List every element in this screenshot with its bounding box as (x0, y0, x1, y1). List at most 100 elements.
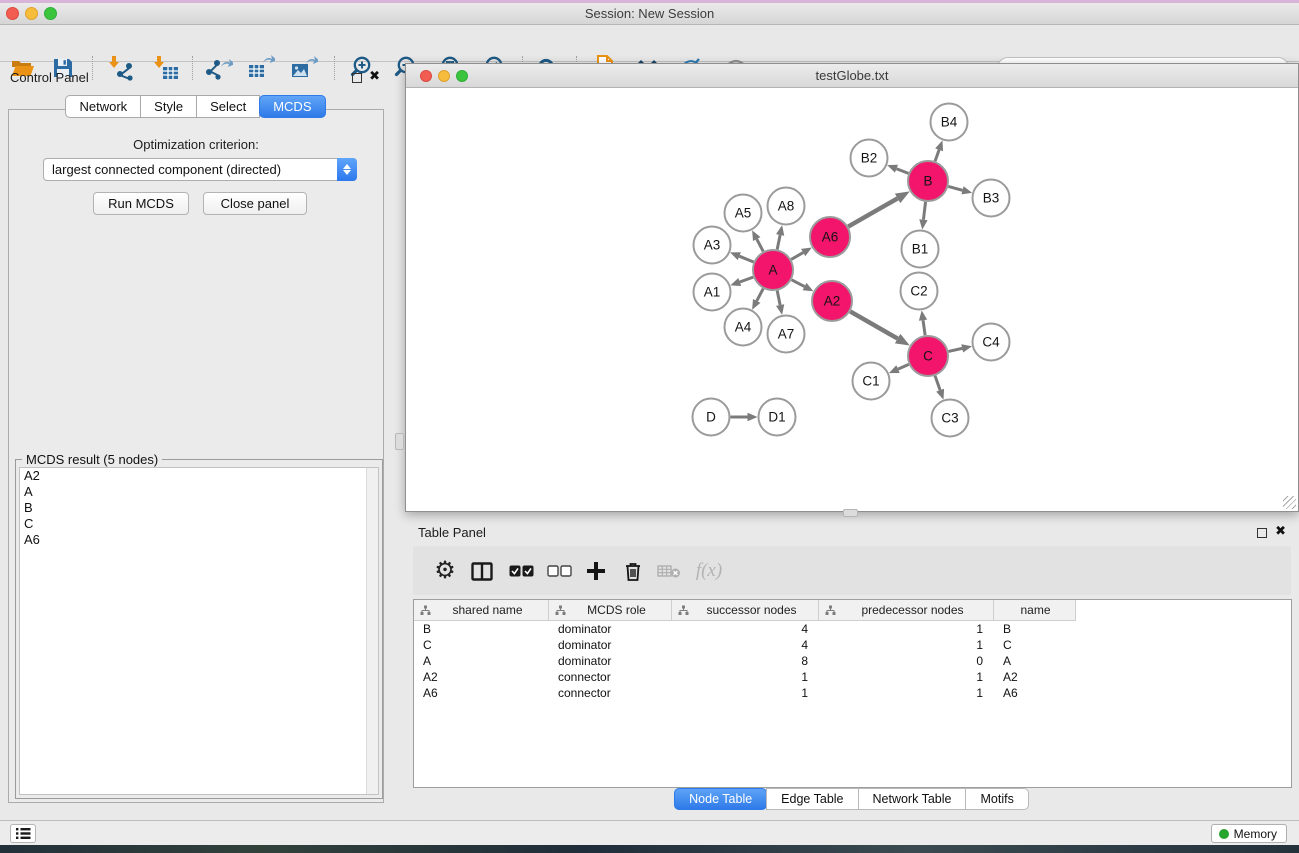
graph-edge-C-C2[interactable] (923, 320, 925, 335)
tab-network-table[interactable]: Network Table (858, 788, 967, 810)
columns-icon (471, 562, 493, 581)
network-canvas[interactable]: B4B2BB3A8A5A6A3B1AA1C2A2A4A7C4CC1C3DD1 (407, 89, 1299, 511)
memory-button[interactable]: Memory (1211, 824, 1287, 843)
result-item[interactable]: C (20, 516, 378, 532)
window-resize-grip[interactable] (1283, 496, 1296, 509)
graph-edge-B-B4[interactable] (935, 150, 939, 161)
table-cell[interactable]: 1 (819, 686, 994, 702)
window-titlebar: Session: New Session (0, 3, 1299, 25)
table-cell[interactable]: A (414, 654, 549, 670)
result-item[interactable]: B (20, 500, 378, 516)
table-settings-button[interactable]: ⚙ (431, 557, 459, 585)
table-cell[interactable]: connector (549, 686, 672, 702)
float-panel-icon[interactable] (352, 73, 362, 83)
table-row[interactable]: A2connector11A2 (414, 670, 1291, 686)
column-header-successor-nodes[interactable]: successor nodes (672, 600, 819, 621)
table-cell[interactable]: 1 (672, 686, 819, 702)
control-panel-title: Control Panel (10, 70, 89, 85)
graph-edge-A2-C[interactable] (850, 311, 897, 338)
table-cell[interactable]: dominator (549, 638, 672, 654)
window-title: Session: New Session (0, 6, 1299, 21)
deselect-all-button[interactable] (545, 557, 573, 585)
tab-network[interactable]: Network (65, 95, 141, 118)
edge-arrowhead-icon (748, 413, 758, 421)
table-cell[interactable]: 1 (672, 670, 819, 686)
table-cell[interactable]: connector (549, 670, 672, 686)
graph-edge-A6-B[interactable] (848, 198, 897, 226)
graph-edge-C-C4[interactable] (948, 348, 962, 351)
horizontal-splitter-grip[interactable] (843, 509, 858, 517)
table-cell[interactable]: C (414, 638, 549, 654)
table-cell[interactable]: dominator (549, 622, 672, 638)
checked-boxes-icon (509, 565, 534, 577)
column-header-predecessor-nodes[interactable]: predecessor nodes (819, 600, 994, 621)
function-builder-button[interactable]: f(x) (692, 557, 726, 585)
graph-edge-A-A5[interactable] (757, 239, 763, 251)
column-header-mcds-role[interactable]: MCDS role (549, 600, 672, 621)
result-item[interactable]: A2 (20, 468, 378, 484)
graph-edge-C-C3[interactable] (935, 376, 940, 390)
table-cell[interactable]: 1 (819, 622, 994, 638)
table-cell[interactable]: B (994, 622, 1076, 638)
show-columns-button[interactable] (468, 557, 496, 585)
float-table-panel-icon[interactable] (1257, 528, 1267, 538)
table-row[interactable]: Adominator80A (414, 654, 1291, 670)
column-header-name[interactable]: name (994, 600, 1076, 621)
select-all-button[interactable] (507, 557, 535, 585)
table-cell[interactable]: 1 (819, 638, 994, 654)
graph-edge-C-C1[interactable] (898, 364, 909, 369)
table-row[interactable]: A6connector11A6 (414, 686, 1291, 702)
network-window-titlebar[interactable]: testGlobe.txt (406, 64, 1298, 88)
table-cell[interactable]: B (414, 622, 549, 638)
result-list-scrollbar[interactable] (366, 468, 378, 794)
run-mcds-button[interactable]: Run MCDS (93, 192, 189, 215)
graph-edge-A-A1[interactable] (740, 277, 753, 282)
tab-style[interactable]: Style (140, 95, 197, 118)
column-type-icon (555, 605, 566, 616)
table-cell[interactable]: 1 (819, 670, 994, 686)
graph-edge-B-B2[interactable] (896, 169, 908, 174)
edge-arrowhead-icon (730, 278, 741, 286)
table-row[interactable]: Bdominator41B (414, 622, 1291, 638)
table-cell[interactable]: 8 (672, 654, 819, 670)
vertical-splitter-grip[interactable] (395, 433, 404, 450)
graph-node-label: B (923, 174, 932, 189)
graph-edge-A-A6[interactable] (791, 253, 803, 260)
tab-node-table[interactable]: Node Table (674, 788, 767, 810)
tab-motifs[interactable]: Motifs (965, 788, 1028, 810)
table-cell[interactable]: 4 (672, 638, 819, 654)
table-cell[interactable]: 4 (672, 622, 819, 638)
task-history-button[interactable] (10, 824, 36, 843)
table-cell[interactable]: A6 (414, 686, 549, 702)
tab-mcds[interactable]: MCDS (259, 95, 325, 118)
table-cell[interactable]: dominator (549, 654, 672, 670)
dropdown-stepper-icon (337, 158, 357, 181)
result-item[interactable]: A (20, 484, 378, 500)
result-item[interactable]: A6 (20, 532, 378, 548)
table-row[interactable]: Cdominator41C (414, 638, 1291, 654)
graph-edge-A-A4[interactable] (757, 289, 763, 301)
graph-edge-A-A7[interactable] (777, 291, 780, 306)
graph-edge-A-A2[interactable] (792, 280, 805, 287)
table-cell[interactable]: 0 (819, 654, 994, 670)
tab-select[interactable]: Select (196, 95, 260, 118)
table-cell[interactable]: A2 (414, 670, 549, 686)
table-cell[interactable]: A2 (994, 670, 1076, 686)
close-panel-icon[interactable]: ✖ (369, 68, 380, 84)
mcds-result-list[interactable]: A2ABCA6 (19, 467, 379, 795)
delete-table-button[interactable] (655, 557, 683, 585)
close-table-panel-icon[interactable]: ✖ (1275, 523, 1286, 539)
close-panel-button[interactable]: Close panel (203, 192, 307, 215)
create-column-button[interactable] (582, 557, 610, 585)
graph-edge-A-A3[interactable] (739, 256, 753, 262)
table-cell[interactable]: A6 (994, 686, 1076, 702)
table-cell[interactable]: C (994, 638, 1076, 654)
tab-edge-table[interactable]: Edge Table (766, 788, 858, 810)
graph-edge-A-A8[interactable] (777, 235, 780, 250)
delete-columns-button[interactable] (619, 557, 647, 585)
column-header-shared-name[interactable]: shared name (414, 600, 549, 621)
criterion-dropdown[interactable]: largest connected component (directed) (43, 158, 357, 181)
table-cell[interactable]: A (994, 654, 1076, 670)
graph-edge-B-B1[interactable] (923, 202, 925, 220)
graph-edge-B-B3[interactable] (948, 186, 962, 190)
